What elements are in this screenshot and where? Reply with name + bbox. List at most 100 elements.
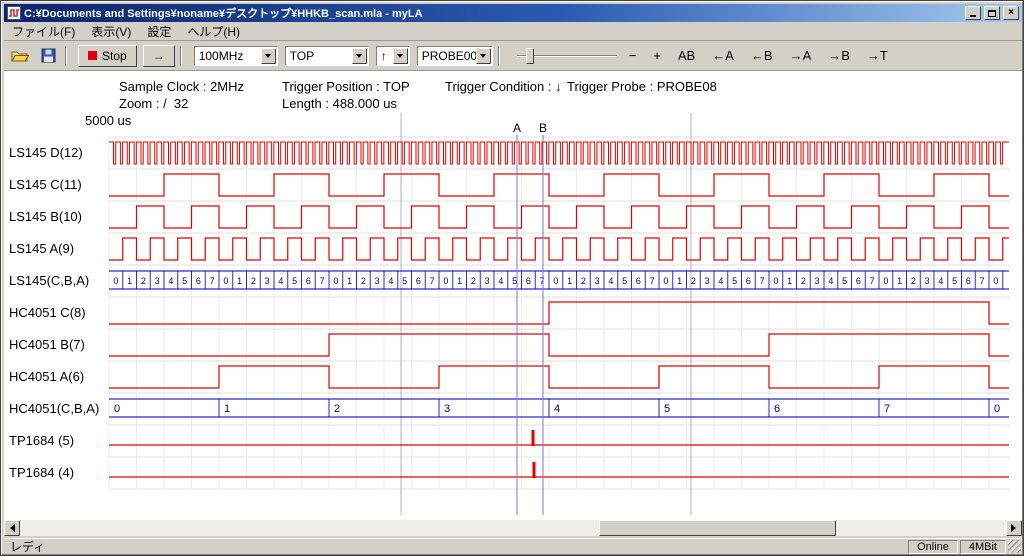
trigger-position-info: Trigger Position : TOP (282, 79, 410, 94)
bus-value: 5 (842, 276, 847, 286)
bus-value: 3 (595, 276, 600, 286)
menu-settings[interactable]: 設定 (139, 21, 179, 42)
trigger-edge-value: ↑ (381, 49, 387, 63)
bus-value: 0 (663, 276, 668, 286)
bus-value: 7 (980, 276, 985, 286)
sample-clock-value: 100MHz (199, 49, 244, 63)
maximize-button[interactable] (984, 6, 1000, 20)
goto-cursor-b-right-button[interactable]: →B (823, 46, 855, 65)
bus-value: 7 (870, 276, 875, 286)
zoom-in-button[interactable]: + (648, 46, 666, 65)
menu-bar: ファイル(F) 表示(V) 設定 ヘルプ(H) (4, 22, 1022, 41)
scroll-thumb[interactable] (599, 520, 836, 536)
trigger-position-combo[interactable]: TOP (285, 46, 369, 66)
horizontal-scrollbar[interactable] (4, 520, 1022, 536)
goto-trigger-button[interactable]: →T (862, 46, 893, 65)
trigger-probe-info: Trigger Probe : PROBE08 (567, 79, 717, 94)
open-button[interactable] (8, 45, 32, 67)
bus-value: 7 (210, 276, 215, 286)
bus-value: 2 (141, 276, 146, 286)
cursor-A-label: A (513, 121, 521, 135)
bus-value: 6 (774, 403, 780, 415)
cursor-ab-button[interactable]: AB (673, 46, 700, 65)
menu-view[interactable]: 表示(V) (83, 21, 139, 42)
trigger-position-value: TOP (290, 49, 314, 63)
goto-cursor-a-left-button[interactable]: ←A (707, 46, 739, 65)
menu-help[interactable]: ヘルプ(H) (179, 21, 248, 42)
bus-value: 0 (223, 276, 228, 286)
stop-button[interactable]: Stop (78, 45, 137, 67)
bus-value: 5 (402, 276, 407, 286)
status-ready: レディ (4, 538, 906, 555)
bus-value: 6 (306, 276, 311, 286)
bus-value: 3 (925, 276, 930, 286)
bus-value: 6 (856, 276, 861, 286)
app-window: C:¥Documents and Settings¥noname¥デスクトップ¥… (0, 0, 1024, 556)
goto-cursor-b-left-button[interactable]: ←B (746, 46, 778, 65)
trace-HC4051 A(6) (109, 366, 1009, 388)
bus-value: 1 (347, 276, 352, 286)
chevron-down-icon[interactable] (261, 48, 276, 64)
bus-value: 3 (444, 403, 450, 415)
bus-value: 1 (897, 276, 902, 286)
chevron-down-icon[interactable] (476, 48, 491, 64)
chevron-down-icon[interactable] (352, 48, 367, 64)
toolbar-separator (65, 46, 67, 66)
bus-value: 2 (581, 276, 586, 286)
bus-value: 4 (554, 403, 560, 415)
bus-value: 1 (127, 276, 132, 286)
bus-value: 3 (155, 276, 160, 286)
window-title: C:¥Documents and Settings¥noname¥デスクトップ¥… (24, 5, 962, 21)
zoom-out-button[interactable]: − (624, 46, 642, 65)
trigger-edge-combo[interactable]: ↑ (376, 46, 410, 66)
status-online: Online (908, 540, 958, 554)
bus-value: 4 (828, 276, 833, 286)
menu-file[interactable]: ファイル(F) (4, 21, 83, 42)
bus-value: 0 (553, 276, 558, 286)
scroll-left-icon (6, 524, 15, 532)
chevron-down-icon[interactable] (393, 48, 408, 64)
bus-value: 2 (911, 276, 916, 286)
bus-value: 6 (746, 276, 751, 286)
scroll-left-button[interactable] (4, 520, 20, 536)
bus-value: 5 (512, 276, 517, 286)
bus-value: 5 (182, 276, 187, 286)
close-button[interactable]: × (1003, 6, 1019, 20)
sample-clock-combo[interactable]: 100MHz (194, 46, 278, 66)
run-button[interactable]: → (143, 45, 175, 67)
open-folder-icon (11, 48, 29, 63)
bus-value: 1 (224, 403, 230, 415)
floppy-icon (41, 48, 56, 63)
bus-value: 6 (636, 276, 641, 286)
bus-value: 5 (732, 276, 737, 286)
maximize-icon (988, 10, 996, 17)
resize-grip[interactable] (1008, 540, 1021, 553)
scroll-right-button[interactable] (1006, 520, 1022, 536)
bus-value: 4 (718, 276, 723, 286)
bus-value: 5 (292, 276, 297, 286)
bus-value: 0 (773, 276, 778, 286)
zoom-slider[interactable] (517, 46, 617, 66)
trace-HC4051 B(7) (109, 334, 1009, 356)
save-button[interactable] (36, 45, 60, 67)
stop-icon (88, 51, 97, 60)
bus-value: 1 (787, 276, 792, 286)
bus-value: 6 (416, 276, 421, 286)
waveform-display[interactable]: 0123456701234567012345670123456701234567… (1, 111, 1024, 517)
trigger-probe-combo[interactable]: PROBE00 (417, 46, 493, 66)
bus-value: 7 (430, 276, 435, 286)
toolbar: Stop → 100MHz TOP ↑ PROBE00 − + AB ←A ←B (4, 41, 1022, 71)
bus-value: 3 (265, 276, 270, 286)
scroll-right-icon (1011, 524, 1020, 532)
minimize-button[interactable] (965, 6, 981, 20)
goto-cursor-a-right-button[interactable]: →A (785, 46, 817, 65)
slider-thumb[interactable] (526, 48, 534, 64)
trigger-condition-info: Trigger Condition : ↓ (445, 79, 562, 94)
bus-value: 0 (113, 276, 118, 286)
title-bar[interactable]: C:¥Documents and Settings¥noname¥デスクトップ¥… (4, 4, 1022, 22)
bus-value: 4 (498, 276, 503, 286)
trace-LS145 D(12) (109, 142, 1009, 164)
bus-value: 0 (114, 403, 120, 415)
bus-value: 4 (608, 276, 613, 286)
bus-value: 1 (237, 276, 242, 286)
